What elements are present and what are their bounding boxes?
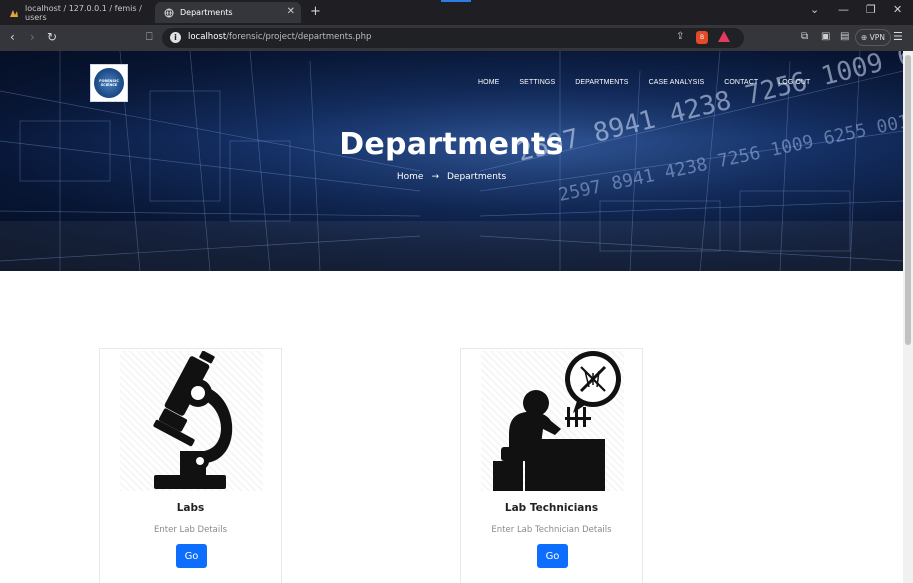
tab-title: localhost / 127.0.0.1 / femis / users [25,3,142,22]
nav-case-analysis[interactable]: CASE ANALYSIS [649,79,705,86]
tab-strip-accent [441,0,471,2]
sidebar-icon[interactable]: ▣ [821,31,830,42]
back-icon[interactable]: ‹ [10,30,15,44]
scrollbar-thumb[interactable] [905,55,911,345]
breadcrumb: Home → Departments [0,172,903,182]
card-labs: Labs Enter Lab Details Go [99,348,282,583]
tab-title: Departments [180,8,233,17]
forward-icon[interactable]: › [30,30,35,44]
breadcrumb-current: Departments [446,172,507,182]
new-tab-button[interactable]: + [310,4,321,19]
extensions-icon[interactable]: ⧉ [801,31,808,42]
brave-rewards-icon[interactable] [718,31,730,42]
site-info-icon[interactable]: i [170,32,181,43]
nav-settings[interactable]: SETTINGS [519,79,555,86]
address-bar[interactable]: i localhost/forensic/project/departments… [162,28,744,48]
nav-contact[interactable]: CONTACT [724,79,758,86]
card-image [481,351,624,491]
close-window-icon[interactable]: ✕ [893,3,902,16]
technician-dna-icon [493,351,621,491]
url-text[interactable]: localhost/forensic/project/departments.p… [188,32,371,42]
phpmyadmin-favicon-icon [10,9,18,17]
forensic-science-emblem-icon: FORENSIC SCIENCE [94,68,124,98]
card-description: Enter Lab Details [153,525,228,535]
nav-log-out[interactable]: LOG OUT [778,79,810,86]
card-image [120,351,263,491]
restore-icon[interactable]: ❐ [866,3,876,16]
url-path: /forensic/project/departments.php [226,32,372,42]
nav-departments[interactable]: DEPARTMENTS [575,79,628,86]
card-title: Lab Technicians [504,502,599,514]
hero-banner: 2597 8941 4238 7256 1009 6255 0012 9886 … [0,51,903,271]
close-tab-icon[interactable]: ✕ [287,6,295,17]
page-title: Departments [339,127,564,162]
browser-tab-bar: localhost / 127.0.0.1 / femis / users De… [0,0,913,25]
menu-icon[interactable]: ☰ [893,30,903,43]
main-nav: HOME SETTINGS DEPARTMENTS CASE ANALYSIS … [478,79,830,86]
breadcrumb-arrow-icon: → [431,172,439,182]
labs-go-button[interactable]: Go [176,544,207,568]
globe-favicon-icon [164,8,174,17]
tab-search-chevron-icon[interactable]: ⌄ [810,3,819,16]
card-title: Labs [176,502,205,514]
card-description: Enter Lab Technician Details [491,525,612,535]
vpn-label: VPN [869,33,885,42]
vpn-button[interactable]: ⊕ VPN [855,29,891,46]
share-icon[interactable]: ⇪ [676,31,684,42]
page-viewport: 2597 8941 4238 7256 1009 6255 0012 9886 … [0,51,903,583]
lab-technicians-go-button[interactable]: Go [537,544,568,568]
site-logo[interactable]: FORENSIC SCIENCE [90,64,128,102]
minimize-icon[interactable]: — [838,3,849,16]
tab-phpmyadmin[interactable]: localhost / 127.0.0.1 / femis / users [0,2,152,23]
brave-shields-icon[interactable]: B [696,31,708,44]
breadcrumb-home[interactable]: Home [397,172,424,182]
bookmark-icon[interactable]: ⎕ [146,30,153,44]
card-lab-technicians: Lab Technicians Enter Lab Technician Det… [460,348,643,583]
logo-text-line-2: SCIENCE [100,83,118,87]
reload-icon[interactable]: ↻ [47,30,57,44]
wallet-icon[interactable]: ▤ [840,31,849,42]
nav-home[interactable]: HOME [478,79,499,86]
browser-toolbar: ‹ › ↻ ⎕ i localhost/forensic/project/dep… [0,25,913,51]
tab-departments[interactable]: Departments ✕ [155,2,301,23]
page-scrollbar[interactable] [903,51,913,583]
url-host: localhost [188,32,227,42]
microscope-icon [153,351,233,489]
